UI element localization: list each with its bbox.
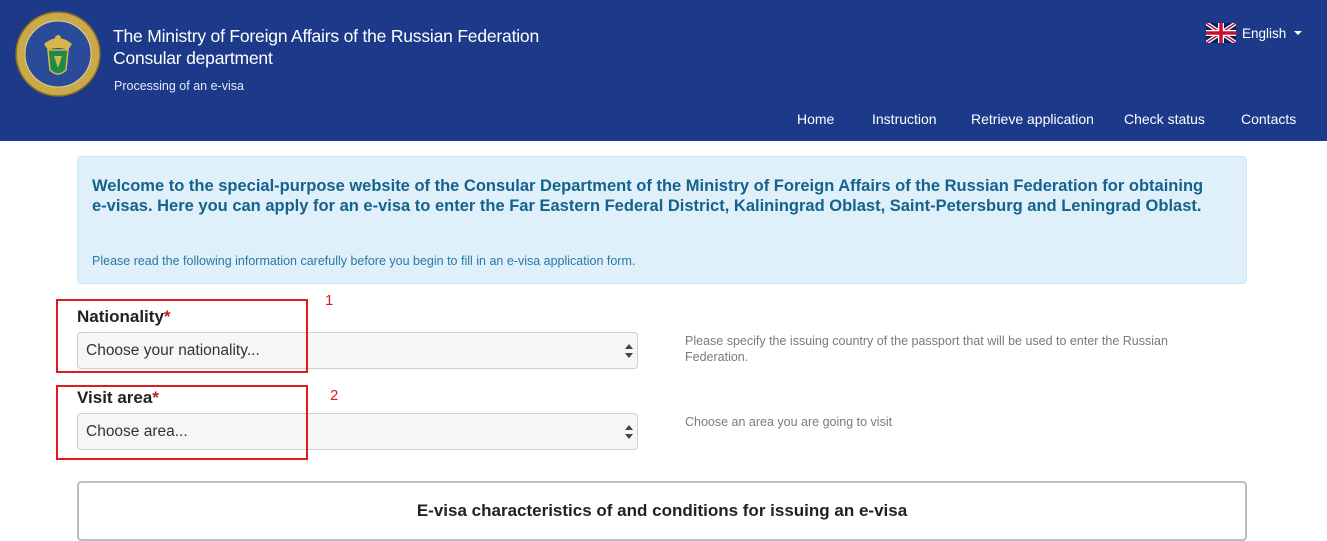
evisa-conditions-panel: E-visa characteristics of and conditions… — [77, 481, 1247, 541]
ministry-title: The Ministry of Foreign Affairs of the R… — [113, 26, 539, 46]
uk-flag-icon — [1206, 23, 1236, 43]
select-arrows-icon — [625, 425, 633, 439]
annotation-box-1 — [56, 299, 308, 373]
site-header: The Ministry of Foreign Affairs of the R… — [0, 0, 1327, 141]
consular-emblem-icon — [15, 11, 101, 97]
panel-title: E-visa characteristics of and conditions… — [416, 501, 908, 520]
department-title: Consular department — [113, 48, 273, 68]
nav-home[interactable]: Home — [797, 111, 834, 127]
nav-check-status[interactable]: Check status — [1124, 111, 1205, 127]
language-dropdown[interactable]: English — [1206, 23, 1303, 43]
language-label: English — [1242, 25, 1287, 41]
nav-instruction[interactable]: Instruction — [872, 111, 937, 127]
welcome-note: Please read the following information ca… — [92, 254, 636, 268]
nav-contacts[interactable]: Contacts — [1241, 111, 1296, 127]
visit-area-help-text: Choose an area you are going to visit — [685, 415, 893, 429]
welcome-heading: Welcome to the special-purpose website o… — [92, 177, 1204, 215]
nationality-help-text: Please specify the issuing country of th… — [685, 334, 1168, 364]
welcome-alert: Welcome to the special-purpose website o… — [77, 156, 1247, 284]
annotation-box-2 — [56, 385, 308, 460]
annotation-number-2: 2 — [330, 387, 339, 404]
select-arrows-icon — [625, 344, 633, 358]
service-subtitle: Processing of an e-visa — [114, 79, 244, 93]
annotation-number-1: 1 — [325, 292, 334, 309]
caret-down-icon — [1294, 31, 1303, 35]
nav-retrieve-application[interactable]: Retrieve application — [971, 111, 1094, 127]
